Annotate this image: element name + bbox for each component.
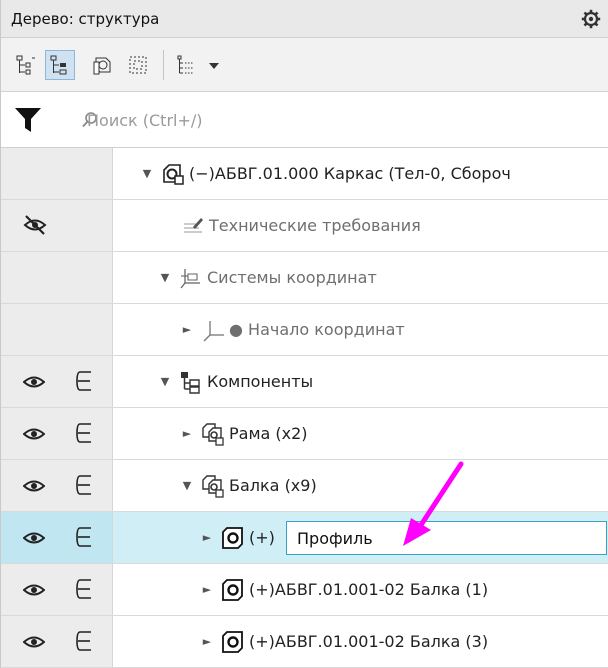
components-icon (181, 371, 200, 394)
tree-node[interactable]: ▼ Балка (x9) (181, 460, 317, 511)
tree-row[interactable]: ▼ Компоненты (1, 356, 608, 408)
tree-panel: Дерево: структура Поиск (Ctrl+/) ▼ (−)АБ… (0, 0, 608, 668)
row-gutter (1, 148, 113, 199)
structure-view-button[interactable] (45, 50, 75, 80)
part-group-icon (202, 422, 224, 446)
node-label: (−)АБВГ.01.000 Каркас (Тел-0, Сбороч (189, 164, 511, 183)
visible-eye-icon[interactable] (23, 632, 45, 652)
technical-requirements-icon (184, 217, 203, 232)
rename-input[interactable] (286, 521, 607, 555)
row-gutter (1, 460, 113, 511)
tree-row[interactable]: ▼ (−)АБВГ.01.000 Каркас (Тел-0, Сбороч (1, 148, 608, 200)
filter-dropdown-button[interactable] (199, 50, 229, 80)
tree-node[interactable]: ► (+)АБВГ.01.001-02 Балка (3) (201, 616, 488, 667)
select-region-button[interactable] (123, 50, 153, 80)
part-icon (222, 630, 243, 653)
toolbar-separator (163, 50, 164, 80)
gear-icon[interactable] (581, 9, 601, 29)
row-gutter (1, 408, 113, 459)
body-view-button[interactable] (87, 50, 117, 80)
node-label: Балка (x9) (229, 476, 317, 495)
tree-row-selected[interactable]: ► (+) (1, 512, 608, 564)
tree-node[interactable]: ▼ Компоненты (159, 356, 313, 407)
tree-node[interactable]: ► Рама (x2) (181, 408, 308, 459)
tree-row[interactable]: ▼ Системы координат (1, 252, 608, 304)
row-gutter (1, 304, 113, 355)
expand-toggle-icon[interactable]: ▼ (159, 271, 171, 284)
tree-node[interactable]: ► (+)АБВГ.01.001-02 Балка (1) (201, 564, 488, 615)
node-label: Технические требования (209, 216, 421, 235)
node-label: ● Начало координат (229, 320, 405, 339)
search-bar (1, 92, 608, 148)
visible-eye-icon[interactable] (23, 372, 45, 392)
node-label: Рама (x2) (229, 424, 308, 443)
row-gutter (1, 564, 113, 615)
expand-toggle-icon[interactable]: ► (201, 583, 213, 596)
row-gutter (1, 616, 113, 667)
row-gutter (1, 512, 113, 563)
filter-list-button[interactable] (171, 50, 201, 80)
tree-node[interactable]: ► ● Начало координат (181, 304, 405, 355)
include-in-calculation-icon[interactable] (75, 369, 93, 393)
include-in-calculation-icon[interactable] (75, 473, 93, 497)
tree-view-icon (16, 55, 35, 75)
visible-eye-icon[interactable] (23, 580, 45, 600)
part-icon (222, 526, 243, 549)
coordinate-systems-icon (180, 268, 200, 288)
select-region-icon (129, 56, 147, 74)
filter-icon[interactable] (13, 106, 43, 134)
structure-view-icon (50, 55, 67, 75)
node-label: (+)АБВГ.01.001-02 Балка (1) (249, 580, 489, 599)
tree-row[interactable]: ► (+)АБВГ.01.001-02 Балка (1) (1, 564, 608, 616)
visible-eye-icon[interactable] (23, 528, 45, 548)
node-label: Системы координат (207, 268, 377, 287)
node-prefix: (+) (249, 528, 275, 547)
part-group-icon (202, 474, 224, 498)
expand-toggle-icon[interactable]: ► (181, 427, 193, 440)
row-gutter (1, 252, 113, 303)
panel-title: Дерево: структура (11, 9, 160, 28)
row-gutter (1, 200, 113, 251)
tree-row[interactable]: ▼ Балка (x9) (1, 460, 608, 512)
include-in-calculation-icon[interactable] (75, 629, 93, 653)
tree-row[interactable]: Технические требования (1, 200, 608, 252)
expand-toggle-icon[interactable]: ► (201, 635, 213, 648)
row-gutter (1, 356, 113, 407)
tree-toolbar (1, 38, 608, 92)
expand-toggle-icon[interactable]: ► (181, 323, 193, 336)
expand-toggle-icon[interactable]: ▼ (181, 479, 193, 492)
search-input[interactable] (57, 102, 597, 138)
body-view-icon (93, 57, 111, 75)
tree-node[interactable]: ▼ Системы координат (159, 252, 377, 303)
filter-list-icon (177, 55, 193, 74)
include-in-calculation-icon[interactable] (75, 525, 93, 549)
tree-row[interactable]: ► ● Начало координат (1, 304, 608, 356)
assembly-icon (163, 163, 184, 185)
chevron-down-icon (209, 63, 219, 69)
expand-toggle-icon[interactable]: ► (201, 531, 213, 544)
visible-eye-icon[interactable] (23, 476, 45, 496)
expand-toggle-icon[interactable]: ▼ (141, 167, 153, 180)
tree-row[interactable]: ► Рама (x2) (1, 408, 608, 460)
tree-node[interactable]: ► (+) (201, 512, 275, 563)
expand-toggle-icon[interactable]: ▼ (159, 375, 171, 388)
origin-icon (203, 320, 224, 341)
tree-view-button[interactable] (11, 50, 41, 80)
panel-titlebar: Дерево: структура (1, 0, 608, 38)
visible-eye-icon[interactable] (23, 424, 45, 444)
tree-row[interactable]: ► (+)АБВГ.01.001-02 Балка (3) (1, 616, 608, 668)
tree-node[interactable]: Технические требования (181, 200, 421, 251)
part-icon (222, 578, 243, 601)
hidden-eye-icon[interactable] (23, 214, 47, 236)
node-label: Компоненты (207, 372, 314, 391)
include-in-calculation-icon[interactable] (75, 577, 93, 601)
include-in-calculation-icon[interactable] (75, 421, 93, 445)
node-label: (+)АБВГ.01.001-02 Балка (3) (249, 632, 489, 651)
tree-node[interactable]: ▼ (−)АБВГ.01.000 Каркас (Тел-0, Сбороч (141, 148, 511, 199)
